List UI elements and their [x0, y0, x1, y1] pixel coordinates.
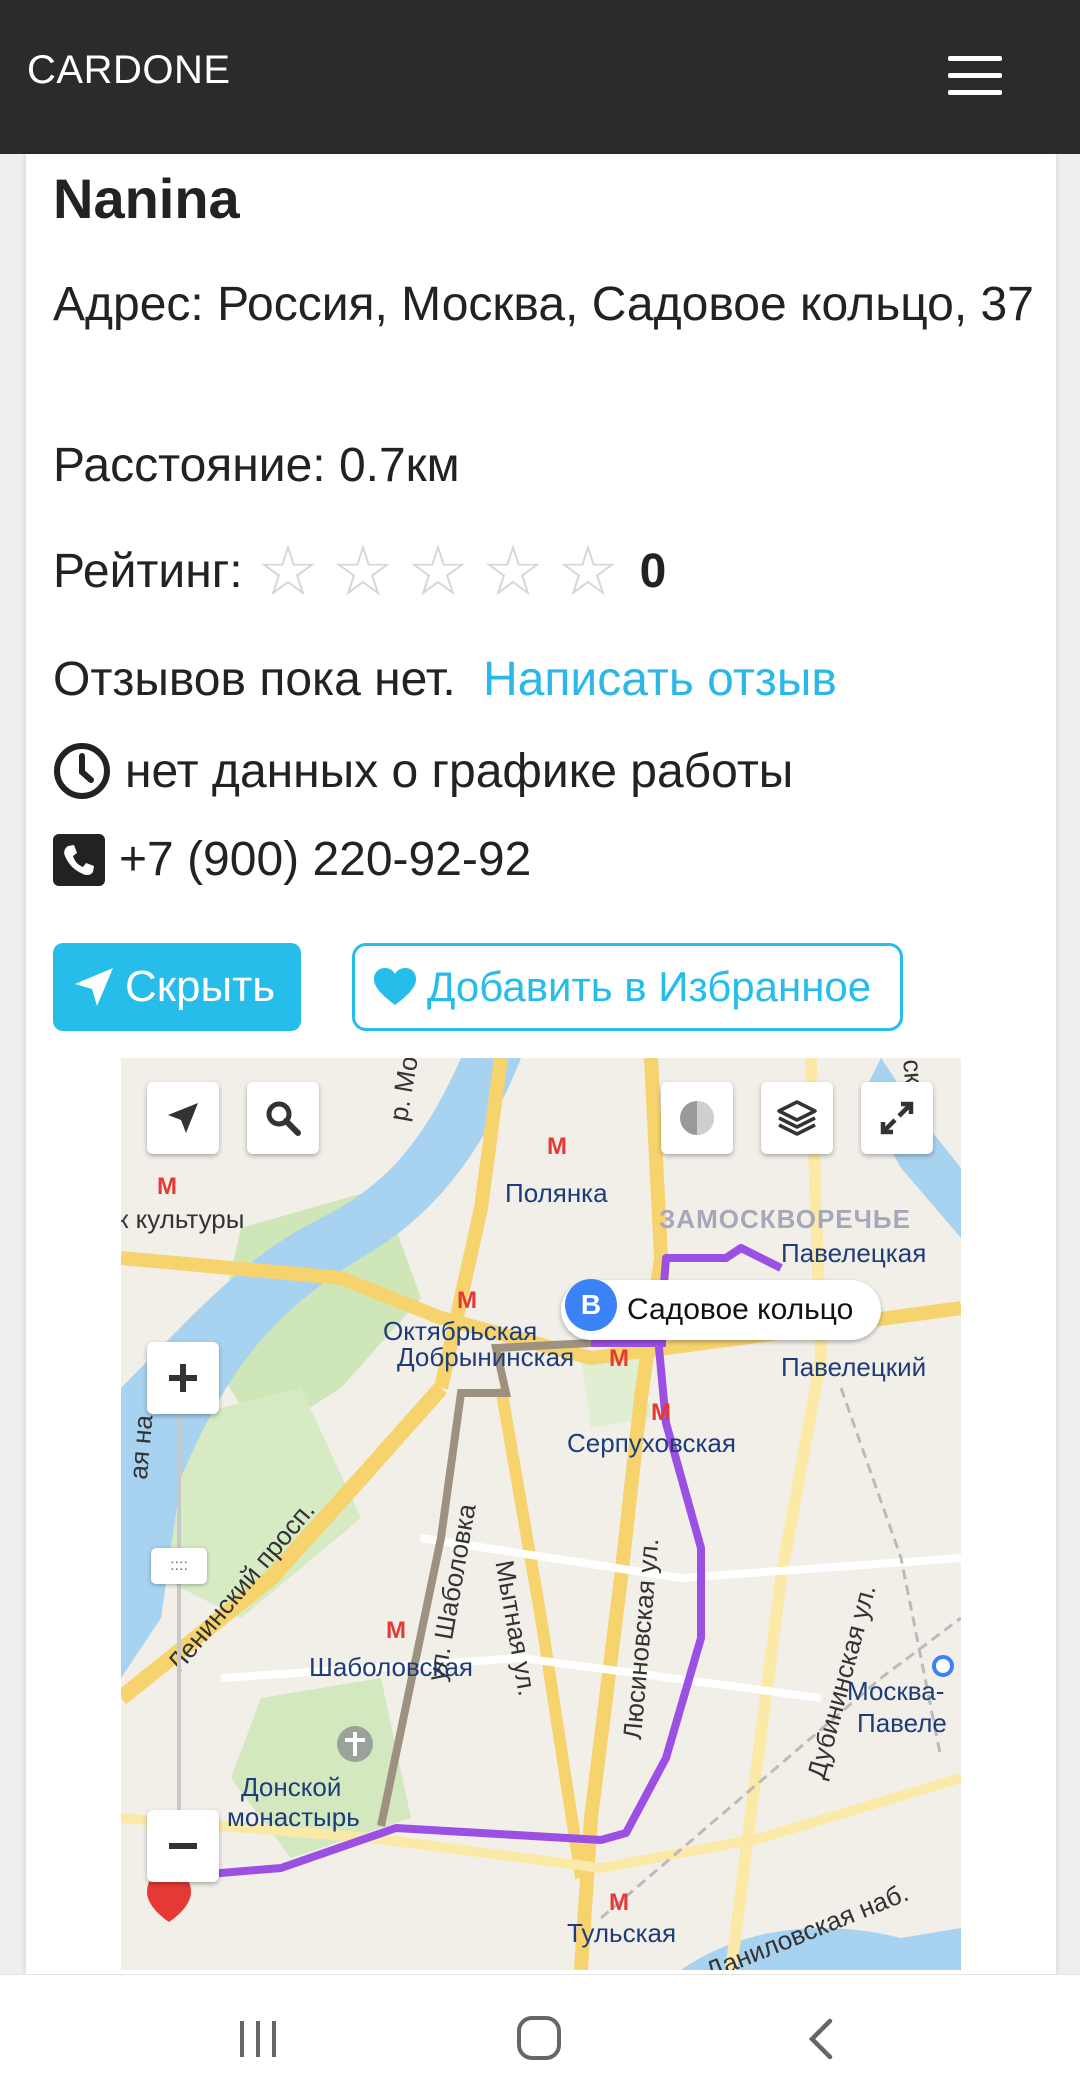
- location-arrow-icon[interactable]: [147, 1082, 219, 1154]
- map-label-serpukhovskaya: Серпуховская: [567, 1428, 736, 1458]
- star-icon[interactable]: ☆: [476, 536, 551, 606]
- clock-icon: [54, 743, 110, 799]
- map-label-paveletskaya: Павелецкая: [781, 1238, 927, 1268]
- route-map[interactable]: М М М М М М М к культуры Полянка ЗАМОСКВ…: [121, 1058, 961, 1970]
- map-label-polyanka: Полянка: [505, 1178, 608, 1208]
- map-label-monastyr: монастырь: [227, 1802, 360, 1832]
- reviews-row: Отзывов пока нет. Написать отзыв: [53, 652, 837, 707]
- star-icon[interactable]: ☆: [326, 536, 401, 606]
- map-label-tulskaya: Тульская: [567, 1918, 677, 1948]
- svg-text:М: М: [157, 1173, 177, 1200]
- zoom-in-icon[interactable]: [147, 1342, 219, 1414]
- zoom-slider-handle[interactable]: ::::: [151, 1548, 207, 1584]
- map-label-moskva: Москва-: [847, 1676, 945, 1706]
- brand-logo[interactable]: CARDONE: [27, 48, 231, 93]
- location-arrow-icon: [75, 968, 113, 1006]
- zoom-slider-track[interactable]: [177, 1388, 181, 1828]
- home-icon[interactable]: [516, 2015, 562, 2061]
- place-distance: Расстояние: 0.7км: [53, 439, 460, 492]
- star-icon[interactable]: ☆: [551, 536, 626, 606]
- hide-button-label: Скрыть: [125, 962, 276, 1011]
- map-label-park: к культуры: [121, 1204, 245, 1234]
- map-label-dobryninskaya: Добрынинская: [397, 1342, 575, 1372]
- traffic-icon[interactable]: [661, 1082, 733, 1154]
- rating-row: Рейтинг: ☆ ☆ ☆ ☆ ☆ 0: [53, 536, 666, 606]
- hide-button[interactable]: Скрыть: [53, 943, 301, 1031]
- hours-text: нет данных о графике работы: [125, 744, 794, 798]
- system-nav-bar: [0, 1974, 1080, 2096]
- star-icon[interactable]: ☆: [251, 536, 326, 606]
- hours-row: нет данных о графике работы: [53, 742, 793, 800]
- svg-text:М: М: [457, 1287, 477, 1314]
- search-icon[interactable]: [247, 1082, 319, 1154]
- write-review-link[interactable]: Написать отзыв: [483, 653, 837, 706]
- svg-text:М: М: [386, 1617, 406, 1644]
- recent-apps-icon[interactable]: [236, 2019, 280, 2059]
- fullscreen-icon[interactable]: [861, 1082, 933, 1154]
- phone-number[interactable]: +7 (900) 220-92-92: [119, 832, 531, 887]
- star-icon[interactable]: ☆: [401, 536, 476, 606]
- map-label-donskoy: Донской: [241, 1772, 342, 1802]
- add-favorite-button[interactable]: Добавить в Избранное: [352, 943, 903, 1031]
- no-reviews-text: Отзывов пока нет.: [53, 653, 456, 706]
- hamburger-icon[interactable]: [948, 54, 1004, 98]
- place-address: Адрес: Россия, Москва, Садовое кольцо, 3…: [53, 278, 1034, 331]
- map-label-paveletsky: Павелецкий: [781, 1352, 927, 1382]
- svg-text:М: М: [609, 1345, 629, 1372]
- top-bar: CARDONE: [0, 0, 1080, 154]
- svg-text:М: М: [547, 1133, 567, 1160]
- heart-icon: [374, 968, 416, 1005]
- place-title: Nanina: [53, 167, 240, 230]
- rating-label: Рейтинг:: [53, 544, 243, 598]
- map-label-pavele: Павеле: [857, 1708, 947, 1738]
- map-label-nab: ая на: [123, 1413, 159, 1481]
- svg-text:М: М: [609, 1889, 629, 1916]
- map-label-zamoskvorechye: ЗАМОСКВОРЕЧЬЕ: [659, 1204, 911, 1234]
- back-icon[interactable]: [806, 2017, 836, 2061]
- phone-icon: [53, 833, 105, 886]
- phone-row[interactable]: +7 (900) 220-92-92: [53, 832, 531, 887]
- favorite-button-label: Добавить в Избранное: [427, 963, 872, 1010]
- destination-marker[interactable]: B: [565, 1279, 617, 1331]
- zoom-out-icon[interactable]: [147, 1810, 219, 1882]
- rating-value: 0: [639, 544, 667, 598]
- layers-icon[interactable]: [761, 1082, 833, 1154]
- rating-stars[interactable]: ☆ ☆ ☆ ☆ ☆: [251, 536, 626, 606]
- svg-text:М: М: [651, 1399, 671, 1426]
